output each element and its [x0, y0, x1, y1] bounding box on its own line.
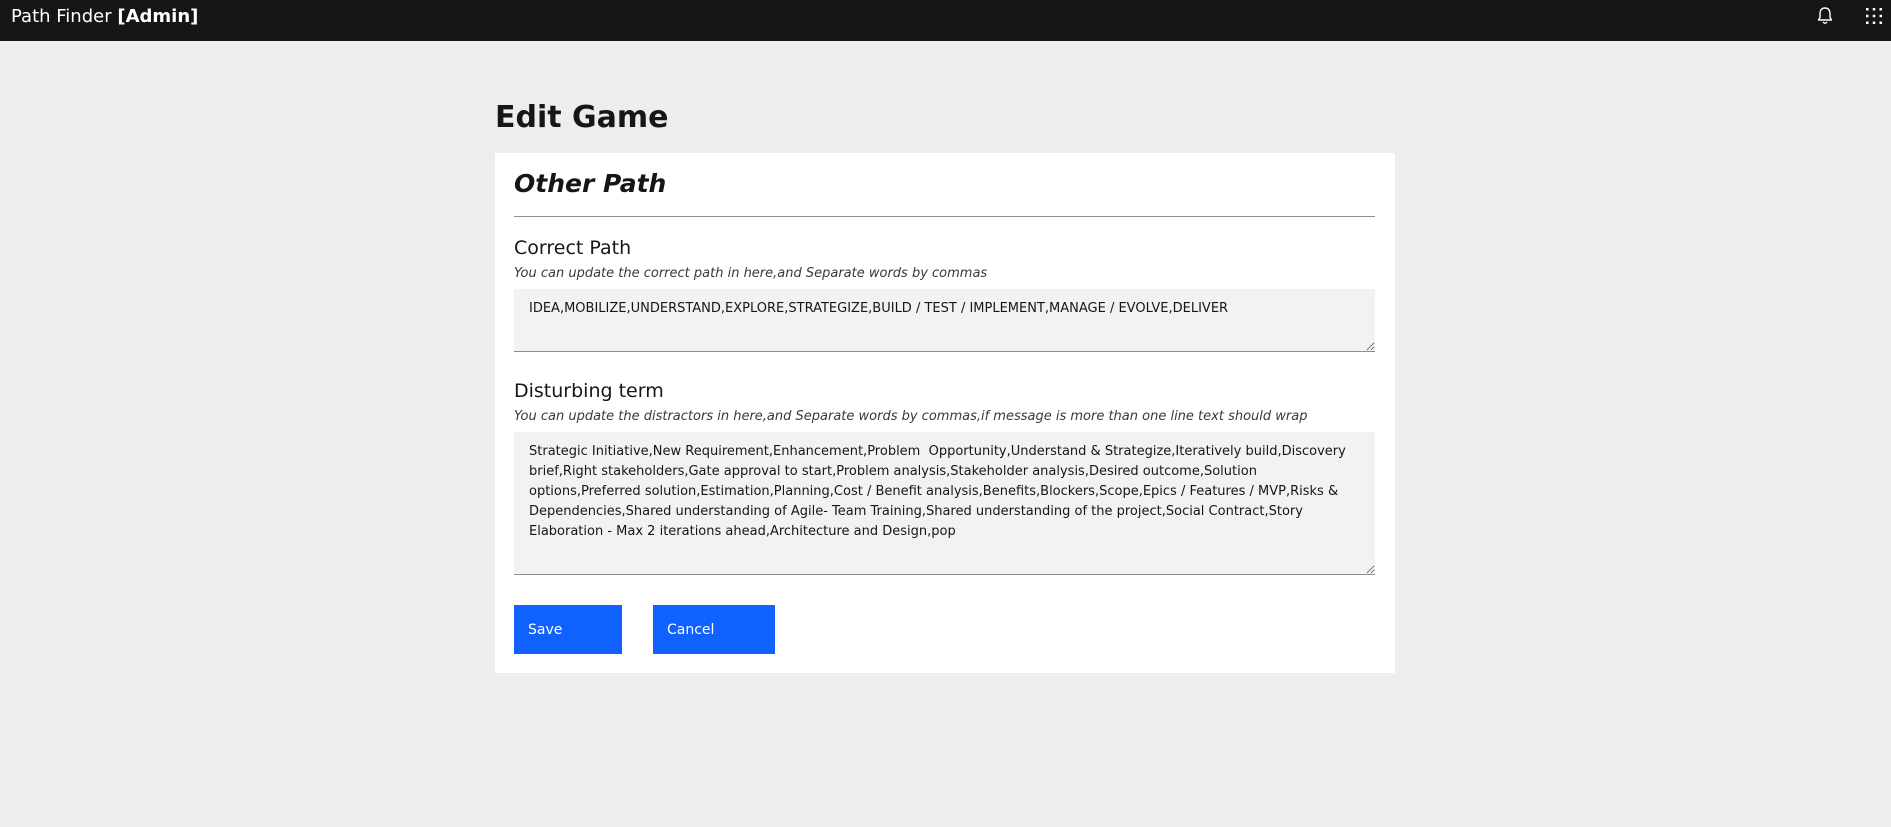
disturbing-term-textarea[interactable]: Strategic Initiative,New Requirement,Enh… [514, 432, 1375, 575]
disturbing-term-help: You can update the distractors in here,a… [514, 409, 1308, 424]
disturbing-term-label: Disturbing term [514, 380, 664, 402]
top-header: Path Finder [Admin] [0, 0, 1891, 41]
correct-path-textarea[interactable]: IDEA,MOBILIZE,UNDERSTAND,EXPLORE,STRATEG… [514, 289, 1375, 352]
save-button[interactable]: Save [514, 605, 622, 654]
edit-game-form: Other Path Correct Path You can update t… [495, 153, 1395, 673]
section-divider [514, 216, 1375, 217]
section-title: Other Path [514, 169, 667, 198]
cancel-button[interactable]: Cancel [653, 605, 775, 654]
app-switcher-icon[interactable] [1863, 5, 1885, 27]
role-badge: [Admin] [117, 6, 199, 27]
app-name: Path Finder [11, 6, 112, 27]
app-brand[interactable]: Path Finder [Admin] [11, 7, 198, 27]
notification-icon[interactable] [1814, 5, 1836, 27]
correct-path-label: Correct Path [514, 237, 632, 259]
page-title: Edit Game [495, 100, 669, 135]
correct-path-help: You can update the correct path in here,… [514, 266, 988, 281]
